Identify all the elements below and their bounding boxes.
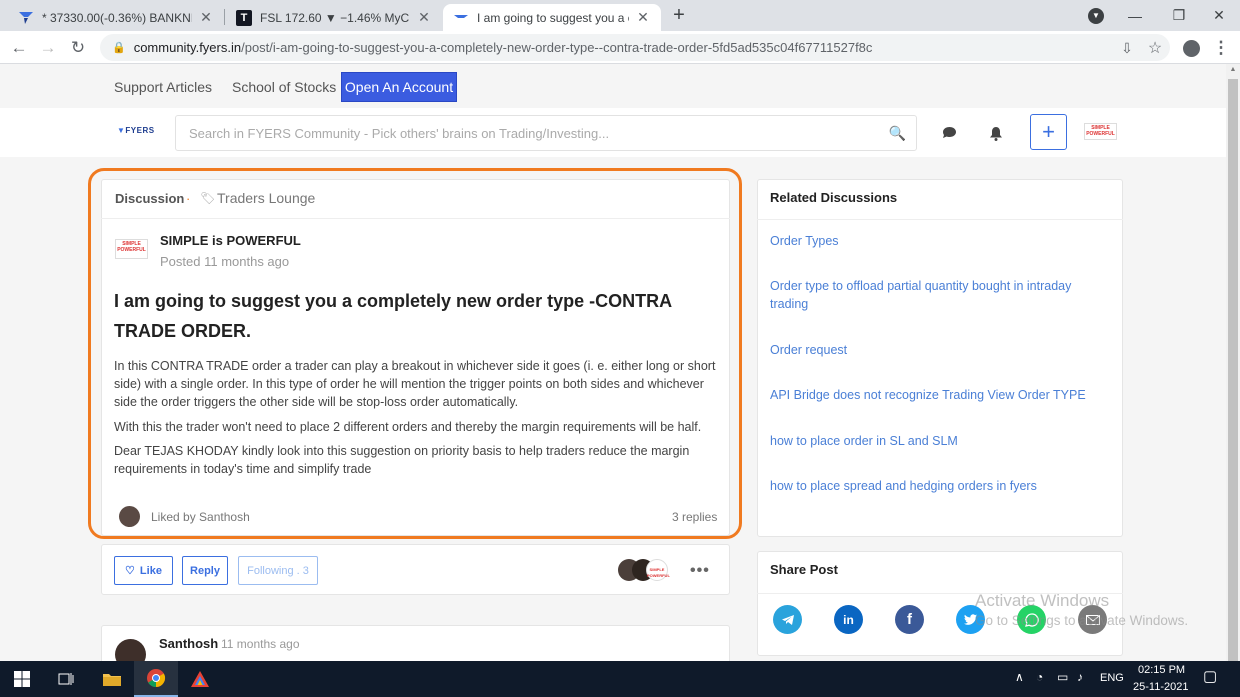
facebook-icon[interactable]: f — [895, 605, 924, 634]
browser-tab-active[interactable]: I am going to suggest you a con ✕ — [443, 4, 661, 31]
forward-icon[interactable]: → — [35, 35, 61, 61]
close-tab-icon[interactable]: ✕ — [635, 9, 651, 26]
highlight-outline — [88, 168, 742, 539]
scrollbar-thumb[interactable] — [1228, 79, 1238, 661]
divider — [757, 219, 1123, 220]
fyers-logo[interactable]: ▼FYERS — [117, 126, 155, 135]
related-link[interactable]: API Bridge does not recognize Trading Vi… — [770, 386, 1110, 404]
lock-icon: 🔒 — [112, 42, 126, 54]
activate-windows-hint: Go to Settings to activate Windows. — [975, 613, 1189, 628]
tray-chevron-icon[interactable]: ∧ — [1015, 670, 1024, 684]
notification-bell-icon[interactable] — [985, 122, 1007, 144]
back-icon[interactable]: ← — [6, 35, 32, 61]
follower-avatar[interactable]: SIMPLE POWERFUL — [646, 559, 670, 581]
file-explorer-icon[interactable] — [90, 661, 134, 697]
url-host: community.fyers.in — [133, 40, 242, 55]
more-options-icon[interactable]: ••• — [690, 562, 710, 580]
reload-icon[interactable]: ↻ — [65, 35, 91, 61]
related-link[interactable]: Order Types — [770, 232, 1110, 250]
notifications-icon[interactable]: ▢ — [1203, 667, 1217, 685]
close-tab-icon[interactable]: ✕ — [198, 9, 214, 26]
menu-dots-icon[interactable]: ⋮ — [1208, 35, 1234, 61]
browser-toolbar: ← → ↻ 🔒 community.fyers.in/post/i-am-goi… — [0, 31, 1240, 64]
following-button[interactable]: Following . 3 — [238, 556, 318, 585]
scroll-up-icon[interactable]: ▲ — [1226, 66, 1240, 76]
browser-tab-mychart[interactable]: T FSL 172.60 ▼ −1.46% MyCHART ✕ — [226, 4, 442, 31]
task-view-icon[interactable] — [44, 661, 88, 697]
app-taskbar-icon[interactable] — [178, 661, 222, 697]
install-app-icon[interactable]: ⇩ — [1114, 35, 1140, 61]
fyers-icon — [18, 10, 34, 26]
windows-start-icon[interactable] — [0, 661, 44, 697]
new-tab-icon[interactable]: + — [668, 4, 690, 26]
related-discussions-heading: Related Discussions — [770, 190, 898, 205]
bookmark-star-icon[interactable]: ☆ — [1142, 35, 1168, 61]
community-search-input[interactable]: Search in FYERS Community - Pick others'… — [175, 115, 917, 151]
related-link[interactable]: how to place spread and hedging orders i… — [770, 477, 1110, 495]
related-link[interactable]: Order request — [770, 341, 1110, 359]
language-indicator[interactable]: ENG — [1100, 672, 1124, 684]
battery-icon[interactable]: ▭ — [1057, 670, 1068, 684]
like-button[interactable]: ♡ Like — [114, 556, 173, 585]
telegram-icon[interactable] — [773, 605, 802, 634]
tradingview-icon: T — [236, 9, 252, 26]
related-link[interactable]: how to place order in SL and SLM — [770, 432, 1110, 450]
profile-icon[interactable] — [1178, 35, 1204, 61]
tab-search-icon[interactable]: ▼ — [1088, 8, 1104, 24]
heart-icon: ♡ — [125, 565, 135, 577]
create-post-button[interactable]: + — [1030, 114, 1067, 150]
school-of-stocks-link[interactable]: School of Stocks — [232, 79, 336, 95]
search-icon[interactable]: 🔍 — [889, 125, 906, 142]
address-bar[interactable]: 🔒 community.fyers.in/post/i-am-going-to-… — [100, 34, 1170, 61]
reply-button[interactable]: Reply — [182, 556, 228, 585]
clock-date[interactable]: 25-11-2021 — [1133, 681, 1188, 693]
chat-icon[interactable] — [938, 122, 960, 144]
close-window-icon[interactable]: ✕ — [1196, 0, 1240, 31]
volume-icon[interactable]: ♪ — [1077, 670, 1083, 684]
browser-tab-banknifty[interactable]: * 37330.00(-0.36%) BANKNIFTY2 ✕ — [8, 4, 224, 31]
reply-timestamp: 11 months ago — [221, 637, 300, 651]
linkedin-icon[interactable]: in — [834, 605, 863, 634]
reply-author-name[interactable]: Santhosh — [159, 636, 218, 651]
fyers-icon — [453, 10, 469, 26]
clock-time[interactable]: 02:15 PM — [1138, 664, 1185, 676]
network-icon[interactable]: ◔ — [1036, 670, 1043, 684]
chrome-taskbar-icon[interactable] — [134, 661, 178, 697]
url-path: /post/i-am-going-to-suggest-you-a-comple… — [241, 40, 873, 55]
user-avatar[interactable]: SIMPLE POWERFUL — [1084, 123, 1117, 140]
related-link[interactable]: Order type to offload partial quantity b… — [770, 277, 1110, 313]
support-articles-link[interactable]: Support Articles — [114, 79, 212, 95]
minimize-icon[interactable]: — — [1112, 0, 1158, 31]
share-post-heading: Share Post — [770, 562, 838, 577]
open-account-button[interactable]: Open An Account — [341, 72, 457, 102]
activate-windows-watermark: Activate Windows — [975, 591, 1110, 610]
close-tab-icon[interactable]: ✕ — [416, 9, 432, 26]
